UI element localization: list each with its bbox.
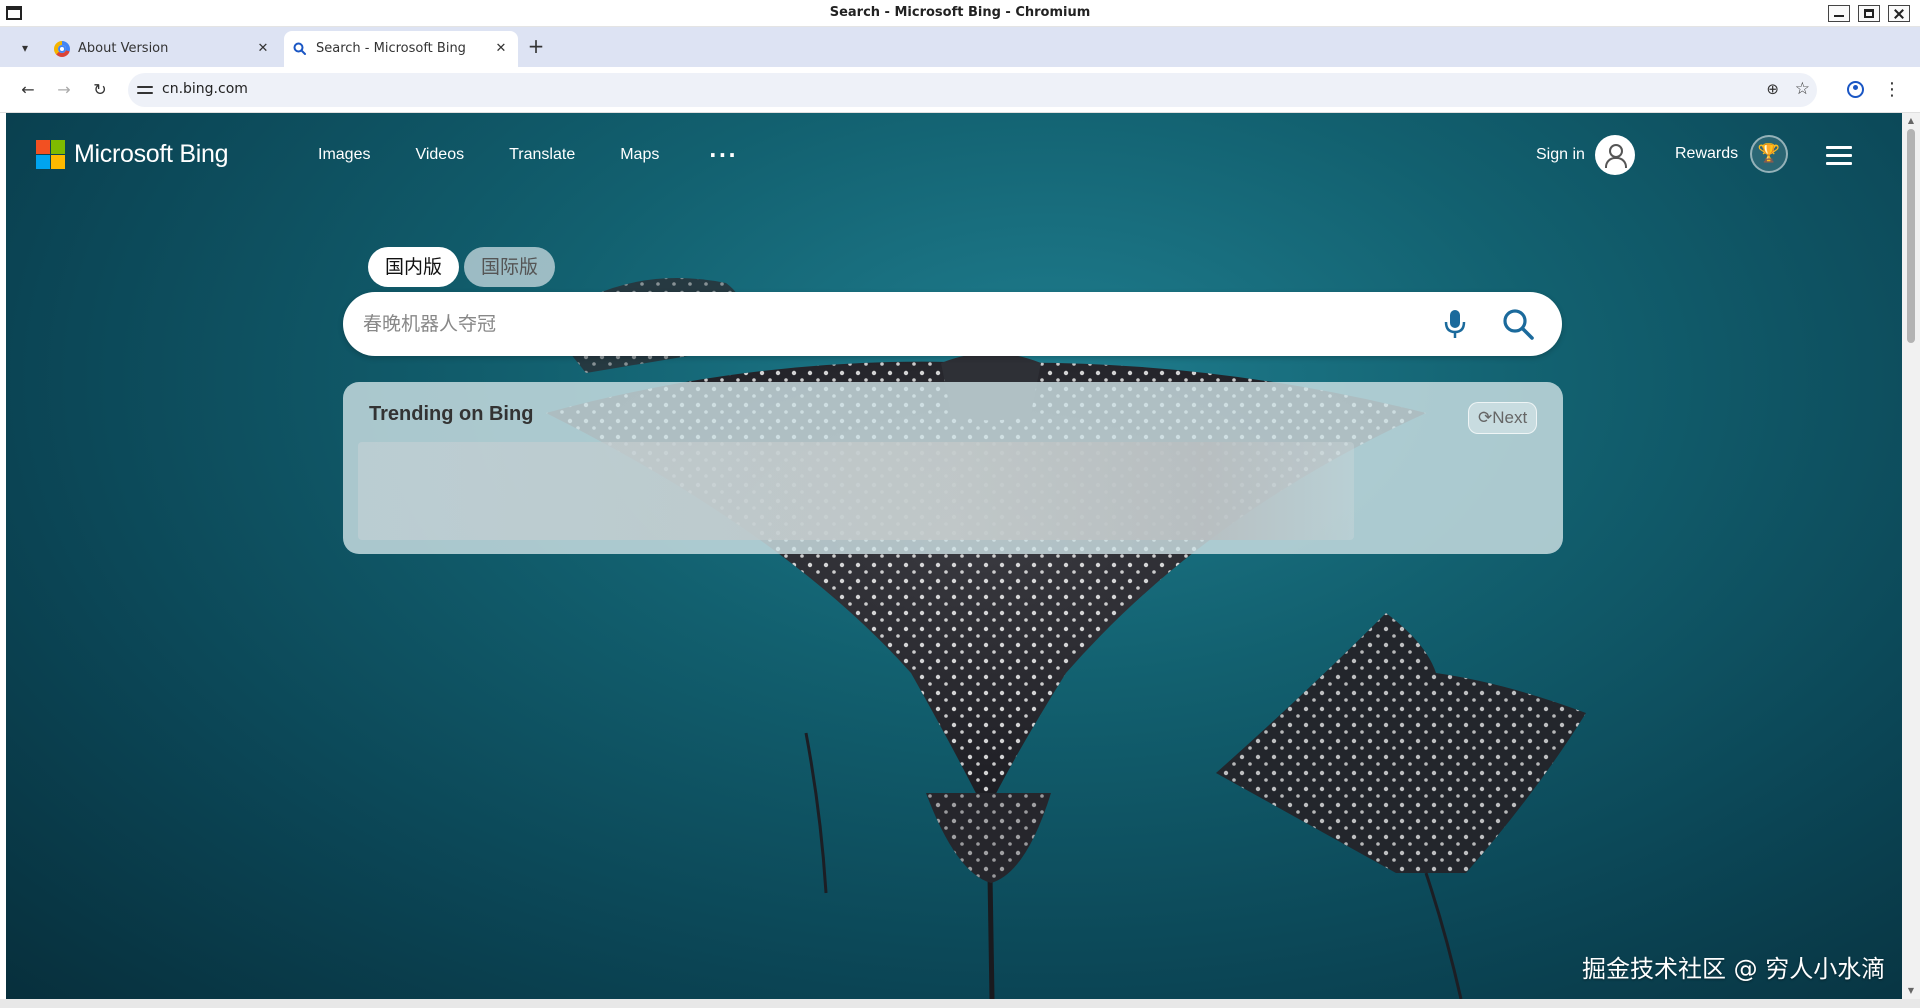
- background-image-rays: [546, 278, 1586, 999]
- rewards-button[interactable]: Rewards 🏆: [1675, 135, 1789, 173]
- tab-international[interactable]: 国际版: [464, 247, 556, 287]
- tab-title: Search - Microsoft Bing: [316, 41, 466, 56]
- chromium-icon: [54, 41, 70, 57]
- bookmark-star-icon[interactable]: ☆: [1795, 79, 1810, 99]
- microsoft-bing-logo[interactable]: Microsoft Bing: [36, 138, 228, 170]
- site-info-icon[interactable]: [137, 82, 153, 98]
- close-tab-icon[interactable]: ✕: [254, 40, 272, 58]
- scrollbar-thumb[interactable]: [1907, 129, 1915, 343]
- tab-about-version[interactable]: About Version ✕: [46, 31, 280, 67]
- search-icon: [293, 42, 306, 55]
- page-scrollbar[interactable]: ▲ ▼: [1902, 113, 1920, 999]
- forward-arrow-icon[interactable]: →: [53, 79, 75, 101]
- new-tab-plus-icon[interactable]: +: [525, 35, 547, 57]
- nav-translate[interactable]: Translate: [509, 146, 575, 164]
- window-bottom-edge: [0, 999, 1920, 1008]
- kebab-menu-icon[interactable]: ⋮: [1880, 78, 1904, 102]
- address-bar[interactable]: cn.bing.com ⊕ ☆: [128, 73, 1817, 107]
- trophy-icon: 🏆: [1750, 135, 1789, 173]
- region-scope-tabs: 国内版 国际版: [368, 247, 560, 287]
- next-label: Next: [1492, 408, 1528, 427]
- microphone-icon[interactable]: [1440, 308, 1470, 340]
- bing-homepage: Microsoft Bing Images Videos Translate M…: [6, 113, 1902, 999]
- url-text[interactable]: cn.bing.com: [162, 81, 248, 97]
- nav-images[interactable]: Images: [318, 146, 370, 164]
- nav-videos[interactable]: Videos: [415, 146, 464, 164]
- close-tab-icon[interactable]: ✕: [492, 40, 510, 58]
- nav-maps[interactable]: Maps: [620, 146, 659, 164]
- browser-toolbar: ← → ↻ cn.bing.com ⊕ ☆ ⋮: [0, 67, 1920, 113]
- minimize-button[interactable]: [1828, 5, 1850, 22]
- search-icon[interactable]: [1501, 307, 1535, 341]
- search-box: [343, 292, 1562, 356]
- search-input[interactable]: [363, 306, 1363, 342]
- microsoft-logo-icon: [36, 139, 65, 169]
- trending-title: Trending on Bing: [369, 403, 534, 425]
- tab-search-chevron-down-icon[interactable]: ▾: [14, 37, 36, 59]
- tab-domestic[interactable]: 国内版: [368, 247, 460, 287]
- tab-strip: ▾ About Version ✕ Search - Microsoft Bin…: [0, 27, 1920, 67]
- reload-icon[interactable]: ↻: [89, 79, 111, 101]
- avatar-icon: [1594, 135, 1635, 175]
- trending-items-placeholder: [358, 442, 1354, 540]
- maximize-button[interactable]: [1858, 5, 1880, 22]
- window-titlebar: Search - Microsoft Bing - Chromium: [0, 0, 1920, 27]
- top-nav: Images Videos Translate Maps: [318, 146, 704, 164]
- refresh-icon: ⟳: [1478, 408, 1493, 427]
- hamburger-menu-icon[interactable]: [1826, 146, 1852, 166]
- tab-title: About Version: [78, 41, 169, 56]
- watermark-text: 掘金技术社区 @ 穷人小水滴: [1582, 955, 1886, 983]
- window-title: Search - Microsoft Bing - Chromium: [829, 5, 1091, 20]
- next-button[interactable]: ⟳Next: [1468, 402, 1538, 434]
- logo-text: Microsoft Bing: [74, 139, 229, 168]
- scroll-up-arrow-icon[interactable]: ▲: [1906, 116, 1916, 126]
- sign-in-label: Sign in: [1536, 146, 1585, 163]
- sign-in-button[interactable]: Sign in: [1536, 135, 1635, 175]
- scroll-down-arrow-icon[interactable]: ▼: [1906, 986, 1916, 996]
- zoom-icon[interactable]: ⊕: [1766, 80, 1779, 98]
- tab-bing-search[interactable]: Search - Microsoft Bing ✕: [284, 31, 518, 67]
- rewards-label: Rewards: [1675, 145, 1739, 162]
- trending-panel: Trending on Bing ⟳Next: [343, 382, 1563, 554]
- back-arrow-icon[interactable]: ←: [17, 79, 39, 101]
- close-window-button[interactable]: [1888, 5, 1910, 22]
- profile-icon[interactable]: [1843, 78, 1867, 102]
- more-menu-icon[interactable]: ···: [709, 143, 738, 167]
